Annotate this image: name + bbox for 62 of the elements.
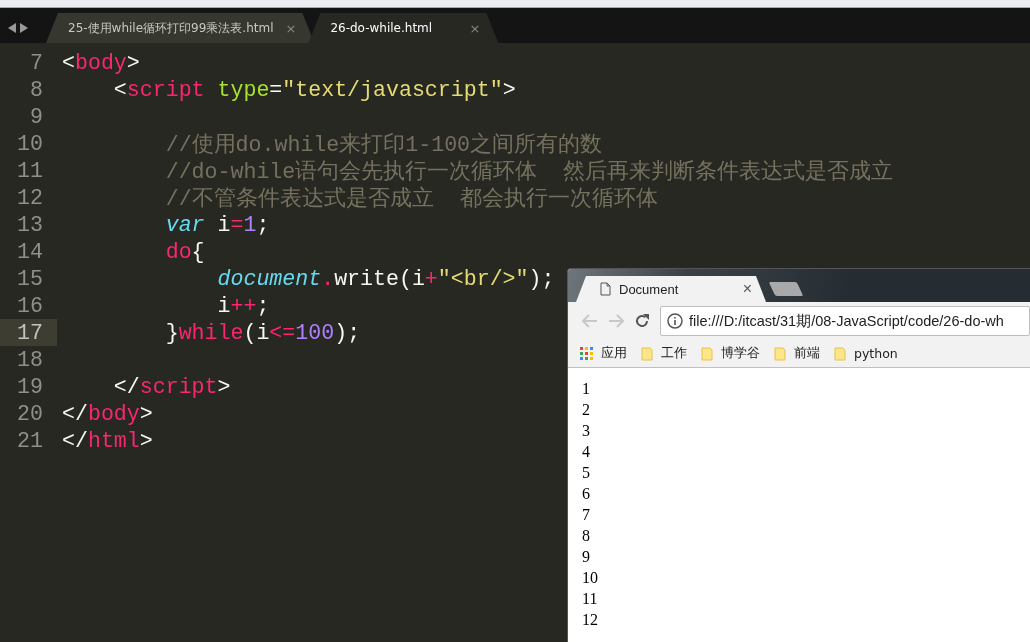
code-line: </script> [112,374,231,399]
code-line: //使用do.while来打印1-100之间所有的数 [164,131,603,158]
tab-left-arrow-icon[interactable] [8,23,16,33]
output-line: 11 [582,589,599,609]
folder-icon [641,346,653,361]
folder-icon [774,346,786,361]
bookmark-link[interactable]: python [854,346,898,361]
folder-icon [701,346,713,361]
output-line: 7 [582,505,591,525]
address-field[interactable]: file:///D:/itcast/31期/08-JavaScript/code/26-do-wh [660,306,1030,336]
bookmark-link[interactable]: 前端 [794,345,820,362]
output-line: 1 [582,379,591,399]
output-line: 10 [582,568,599,588]
close-icon[interactable]: × [469,20,481,36]
bookmark-link[interactable]: 工作 [661,345,687,362]
line-number: 17 [0,319,57,346]
line-number: 18 [16,346,44,373]
code-line: //do-while语句会先执行一次循环体 然后再来判断条件表达式是否成立 [164,158,894,185]
line-number: 12 [16,184,44,211]
line-number: 10 [16,130,44,157]
line-number: 20 [16,400,44,427]
bookmark-link[interactable]: 博学谷 [721,345,760,362]
code-line: </body> [62,401,153,426]
code-line: }while(i<=100); [164,320,361,345]
code-line: var i=1; [164,212,270,237]
reload-icon[interactable] [634,313,650,329]
output-line: 5 [582,463,591,483]
code-line: document.write(i+"<br/>"); [216,266,555,291]
code-line: <script type="text/javascript"> [112,77,516,102]
close-icon[interactable]: × [285,20,297,36]
code-line: do{ [164,239,205,264]
line-number: 21 [16,427,44,454]
line-number: 15 [16,265,44,292]
document-icon [600,282,611,296]
browser-tab[interactable]: Document × [576,276,766,302]
line-number: 7 [29,49,44,76]
line-number: 19 [16,373,44,400]
line-number: 14 [16,238,44,265]
output-line: 8 [582,526,591,546]
output-line: 4 [582,442,591,462]
apps-grid-icon[interactable] [580,347,593,360]
line-number: 9 [29,103,44,130]
code-line: <body> [62,50,140,75]
tab-right-arrow-icon[interactable] [20,23,28,33]
close-icon[interactable]: × [742,280,752,298]
output-line: 6 [582,484,591,504]
line-number: 11 [16,157,44,184]
new-tab-button[interactable] [768,282,804,296]
editor-tab[interactable]: 26-do-while.html × [308,13,499,43]
output-line: 9 [582,547,591,567]
info-icon [667,313,683,329]
folder-icon [834,346,846,361]
line-number: 8 [29,76,44,103]
output-line: 2 [582,400,591,420]
code-line: i++; [216,293,270,318]
output-line: 3 [582,421,591,441]
code-line: //不管条件表达式是否成立 都会执行一次循环体 [164,185,658,212]
bookmark-link[interactable]: 应用 [601,345,627,362]
line-number: 16 [16,292,44,319]
code-line: </html> [62,428,153,453]
line-number: 13 [16,211,44,238]
output-line: 12 [582,610,599,630]
